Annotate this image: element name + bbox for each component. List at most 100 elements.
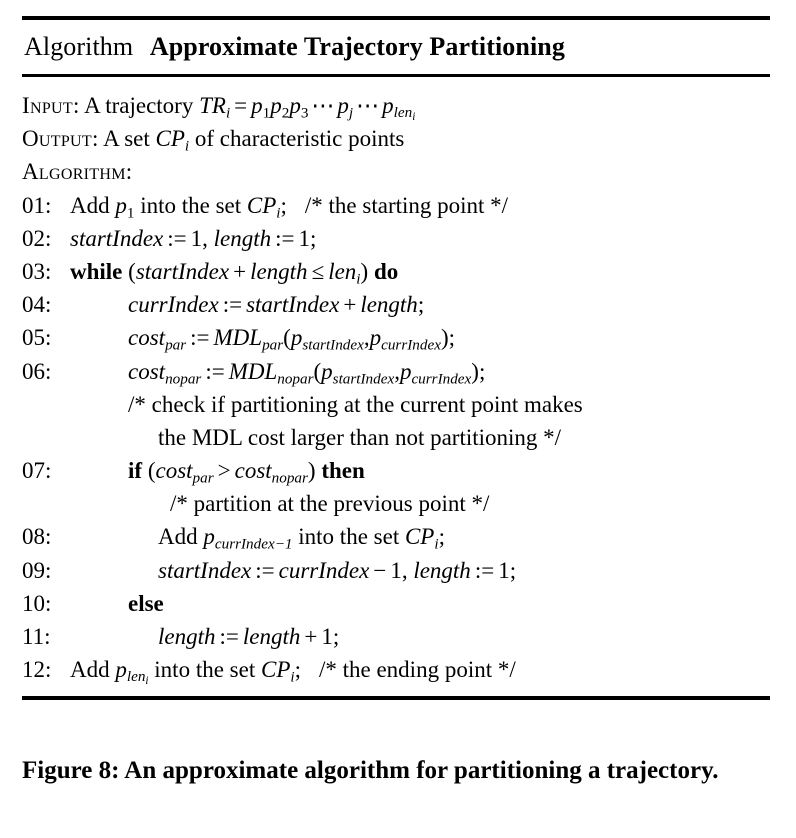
line-number-04: 04: [22, 292, 52, 318]
l09-length: length [413, 557, 471, 583]
l03-startindex: startIndex [135, 258, 230, 284]
p-symbol: p [115, 192, 127, 218]
l09-semicolon: ; [509, 557, 517, 583]
l07-cost-nopar: costnopar [235, 458, 308, 486]
code-line-06: 06: costnopar:= MDLnopar(pstartIndex,pcurr… [22, 355, 770, 388]
l06-p-curr: pcurrIndex [399, 358, 472, 387]
l07-cost-par: costpar [155, 458, 214, 487]
comment-line-06a: /* check if partitioning at the current … [22, 388, 770, 421]
algorithm-body: Input: A trajectory TRi = p1p2p3 ⋯ pj ⋯ pleni … [22, 77, 770, 696]
p-subscript-curr: currIndex [381, 336, 441, 354]
l07-then-keyword: then [321, 458, 365, 484]
l09-assign: := [255, 557, 275, 583]
l01-point: p1 [115, 192, 135, 221]
algorithm-box: Algorithm Approximate Trajectory Partiti… [22, 16, 770, 701]
l08-point: pcurrIndex−1 [203, 524, 292, 552]
l06-semicolon: ; [478, 358, 486, 384]
l04-semicolon: ; [417, 292, 425, 318]
input-line: Input: A trajectory TRi = p1p2p3 ⋯ pj ⋯ pleni [22, 89, 770, 123]
l02-length: length [213, 225, 272, 251]
l09-minus: − [373, 557, 387, 583]
equals-sign: = [234, 93, 248, 118]
line-number-11: 11: [22, 624, 51, 649]
l04-currindex: currIndex [128, 292, 219, 318]
l06-p-start: pstartIndex [321, 359, 394, 387]
cp-symbol: CP [155, 126, 185, 152]
l03-lparen: ( [128, 258, 136, 284]
l02-startindex: startIndex [70, 225, 164, 251]
line-number-02: 02: [22, 225, 52, 251]
l11-plus: + [304, 624, 318, 649]
l03-len: leni [328, 258, 360, 287]
l09-one: 1 [390, 557, 402, 583]
mdl-symbol: MDL [213, 325, 263, 351]
cost-subscript-par: par [192, 469, 214, 487]
l05-mdl: MDLpar [213, 325, 284, 353]
p-symbol-1: p [251, 93, 263, 118]
l05-p-curr: pcurrIndex [370, 325, 441, 353]
code-line-02: 02: startIndex:= 1, length:= 1; [22, 222, 770, 255]
l02-one: 1 [190, 225, 203, 251]
l01-into-the-set: into the set [140, 192, 242, 218]
line-number-06: 06: [22, 358, 52, 384]
input-label: Input: [22, 93, 80, 118]
l06-assign: := [205, 358, 225, 384]
p-symbol-2: p [270, 93, 282, 118]
l04-plus: + [343, 292, 357, 318]
l05-semicolon: ; [448, 325, 455, 351]
code-line-04: 04: currIndex:= startIndex + length; [22, 288, 770, 321]
p-subscript: currIndex−1 [214, 535, 293, 553]
rule-bottom [22, 696, 770, 701]
line-number-03: 03: [22, 258, 52, 284]
l01-comment: /* the starting point */ [304, 192, 509, 218]
ellipsis-2: ⋯ [356, 93, 380, 118]
input-text-a: A trajectory [84, 93, 194, 118]
l05-rparen: ) [440, 325, 449, 351]
l04-assign: := [222, 292, 243, 318]
comment-line-07: /* partition at the previous point */ [22, 487, 770, 520]
algorithm-title: Algorithm Approximate Trajectory Partiti… [22, 20, 770, 74]
line-number-09: 09: [22, 557, 52, 583]
tr-symbol: TR [199, 93, 226, 118]
l02-assign: := [167, 225, 187, 251]
input-point-sequence: p1p2p3 ⋯ pj ⋯ pleni [251, 93, 415, 123]
l03-while-keyword: while [70, 258, 123, 284]
l12-into-the-set: into the set [154, 657, 256, 683]
l12-comment: /* the ending point */ [318, 657, 516, 683]
code-line-05: 05: costpar:= MDLpar(pstartIndex,pcurrInde… [22, 321, 770, 354]
p-symbol-curr: p [399, 358, 412, 384]
l05-assign: := [190, 325, 210, 351]
code-line-01: 01: Add p1 into the set CPi; /* the starti… [22, 189, 770, 222]
l08-cp: CPi [405, 524, 439, 552]
line-number-01: 01: [22, 192, 52, 218]
cost-symbol-par: cost [155, 458, 193, 484]
l12-point: pleni [115, 657, 149, 687]
cost-symbol: cost [128, 325, 166, 351]
l09-comma: , [401, 557, 408, 583]
l03-length: length [250, 258, 308, 284]
len-symbol: len [328, 258, 357, 284]
algorithm-section-label: Algorithm: [22, 159, 133, 185]
p-symbol-len: p [382, 93, 394, 118]
line-number-07: 07: [22, 458, 52, 484]
l12-add: Add [70, 657, 110, 683]
l06-rparen: ) [471, 358, 479, 384]
code-line-03: 03: while (startIndex + length ≤ leni) do [22, 255, 770, 288]
p-subscript: 1 [126, 203, 135, 221]
l11-assign: := [219, 624, 239, 649]
ellipsis-1: ⋯ [311, 93, 335, 118]
algorithm-name: Approximate Trajectory Partitioning [149, 32, 565, 61]
p-symbol: p [115, 657, 127, 683]
l11-length: length [158, 624, 216, 649]
l09-assign2: := [474, 557, 495, 583]
line-number-10: 10: [22, 590, 52, 616]
l04-length: length [360, 292, 418, 318]
comment-line-06b: the MDL cost larger than not partitionin… [22, 421, 770, 454]
p-subscript-curr: currIndex [411, 369, 472, 387]
l07-rparen: ) [307, 458, 316, 484]
p-subscript: leni [127, 668, 149, 687]
l08-semicolon: ; [438, 524, 445, 550]
figure-page: Algorithm Approximate Trajectory Partiti… [0, 0, 796, 838]
comment-07-text: /* partition at the previous point */ [170, 491, 490, 517]
output-text-b: of characteristic points [194, 126, 405, 152]
